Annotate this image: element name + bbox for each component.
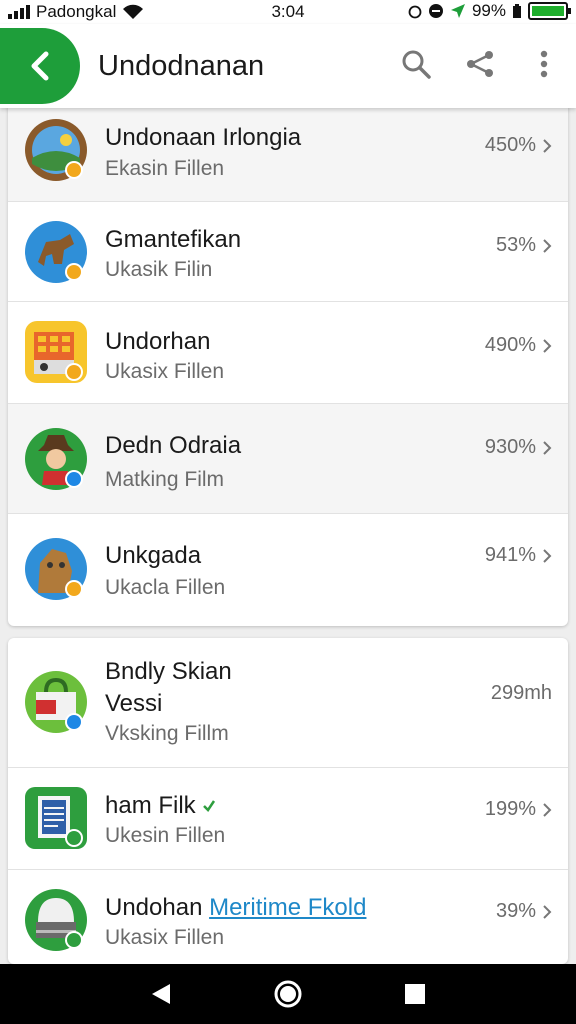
more-options-button[interactable]	[526, 44, 562, 84]
item-title: Bndly Skian	[105, 658, 232, 685]
chevron-right-icon	[543, 338, 552, 353]
item-subtitle: Ukasix Fillen	[105, 926, 225, 949]
status-time: 3:04	[271, 2, 305, 21]
battery-icon	[528, 2, 571, 20]
battery-small-icon	[513, 4, 521, 18]
item-title-text: Undohan	[105, 894, 203, 921]
back-button[interactable]	[0, 28, 80, 104]
item-value: 450%	[484, 134, 536, 156]
document-app-icon	[25, 787, 87, 849]
item-subtitle: Ukasik Filin	[105, 258, 213, 281]
item-title: Undohan Meritime Fkold	[105, 894, 366, 922]
chevron-right-icon	[543, 440, 552, 455]
item-subtitle: Ukasix Fillen	[105, 360, 225, 383]
list-item[interactable]: Unkgada Ukacla Fillen 941%	[8, 514, 568, 626]
calendar-app-icon	[25, 321, 87, 383]
item-value: 490%	[484, 334, 536, 356]
item-title: Dedn Odraia	[105, 432, 242, 459]
landscape-app-icon	[25, 119, 87, 181]
item-title: ham Filk	[105, 792, 216, 820]
app-bar: Undodnanan	[0, 24, 576, 108]
alarm-icon	[408, 5, 422, 19]
item-title-link[interactable]: Meritime Fkold	[209, 894, 366, 921]
list-item[interactable]: Dedn Odraia Matking Film 930%	[8, 404, 568, 514]
search-icon	[402, 50, 431, 79]
back-triangle-icon[interactable]	[150, 982, 172, 1006]
share-icon	[467, 51, 493, 77]
item-subtitle: Vksking Fillm	[105, 722, 229, 745]
location-icon	[450, 4, 465, 18]
item-value-wrap: 450%	[485, 134, 552, 157]
list-item[interactable]: ham Filk Ukesin Fillen 199%	[8, 768, 568, 870]
signal-icon	[8, 5, 30, 19]
wifi-icon	[123, 4, 144, 19]
item-subtitle: Ekasin Fillen	[105, 157, 225, 180]
item-subtitle: Ukesin Fillen	[105, 824, 226, 847]
status-bar: Padongkal 3:04 99%	[0, 0, 576, 24]
more-vert-icon	[540, 50, 548, 78]
dog-app-icon	[25, 221, 87, 283]
do-not-disturb-icon	[428, 4, 443, 18]
list-item[interactable]: Gmantefikan Ukasik Filin 53%	[8, 202, 568, 302]
app-list-card-1: Undonaan Irlongia Ekasin Fillen 450% Gma…	[8, 100, 568, 626]
chevron-right-icon	[543, 802, 552, 817]
app-list-card-2: Bndly Skian Vessi Vksking Fillm 299mh ha…	[8, 638, 568, 964]
item-title-text: ham Filk	[105, 792, 196, 819]
list-item[interactable]: Undonaan Irlongia Ekasin Fillen 450%	[8, 100, 568, 202]
item-value-wrap: 53%	[496, 234, 552, 257]
battery-level-fill	[532, 6, 564, 16]
item-value: 299mh	[490, 682, 552, 704]
item-value-wrap: 199%	[485, 798, 552, 821]
chevron-right-icon	[543, 238, 552, 253]
item-title-line2: Vessi	[105, 690, 163, 717]
item-value: 53%	[495, 234, 536, 256]
item-value: 941%	[484, 544, 536, 566]
robot-app-icon	[25, 889, 87, 951]
item-value: 39%	[495, 900, 536, 922]
item-value: 930%	[484, 436, 536, 458]
battery-percent: 99%	[471, 1, 506, 20]
item-value-wrap: 930%	[485, 436, 552, 459]
home-circle-icon[interactable]	[273, 979, 303, 1009]
item-value-wrap: 941%	[485, 544, 552, 567]
item-value-wrap: 299mh	[491, 682, 552, 705]
shopping-bag-app-icon	[25, 671, 87, 733]
item-title: Gmantefikan	[105, 226, 242, 253]
item-value: 199%	[484, 798, 536, 820]
list-item[interactable]: Undorhan Ukasix Fillen 490%	[8, 302, 568, 404]
system-nav-bar	[0, 964, 576, 1024]
page-title: Undodnanan	[98, 50, 265, 82]
item-value-wrap: 39%	[496, 900, 552, 923]
cowboy-app-icon	[25, 428, 87, 490]
monkey-app-icon	[25, 538, 87, 600]
item-subtitle: Ukacla Fillen	[105, 576, 226, 599]
item-title: Undonaan Irlongia	[105, 124, 302, 151]
chevron-right-icon	[543, 904, 552, 919]
back-arrow-icon	[31, 51, 49, 81]
verified-check-icon	[203, 800, 216, 812]
recents-square-icon[interactable]	[404, 983, 426, 1005]
item-subtitle: Matking Film	[105, 468, 225, 491]
item-value-wrap: 490%	[485, 334, 552, 357]
share-button[interactable]	[462, 44, 498, 84]
item-title: Unkgada	[105, 542, 202, 569]
chevron-right-icon	[543, 548, 552, 563]
list-item[interactable]: Undohan Meritime Fkold Ukasix Fillen 39%	[8, 870, 568, 964]
chevron-right-icon	[543, 138, 552, 153]
search-button[interactable]	[398, 44, 434, 84]
carrier-name: Padongkal	[36, 2, 117, 21]
list-item[interactable]: Bndly Skian Vessi Vksking Fillm 299mh	[8, 638, 568, 768]
item-title: Undorhan	[105, 328, 211, 355]
